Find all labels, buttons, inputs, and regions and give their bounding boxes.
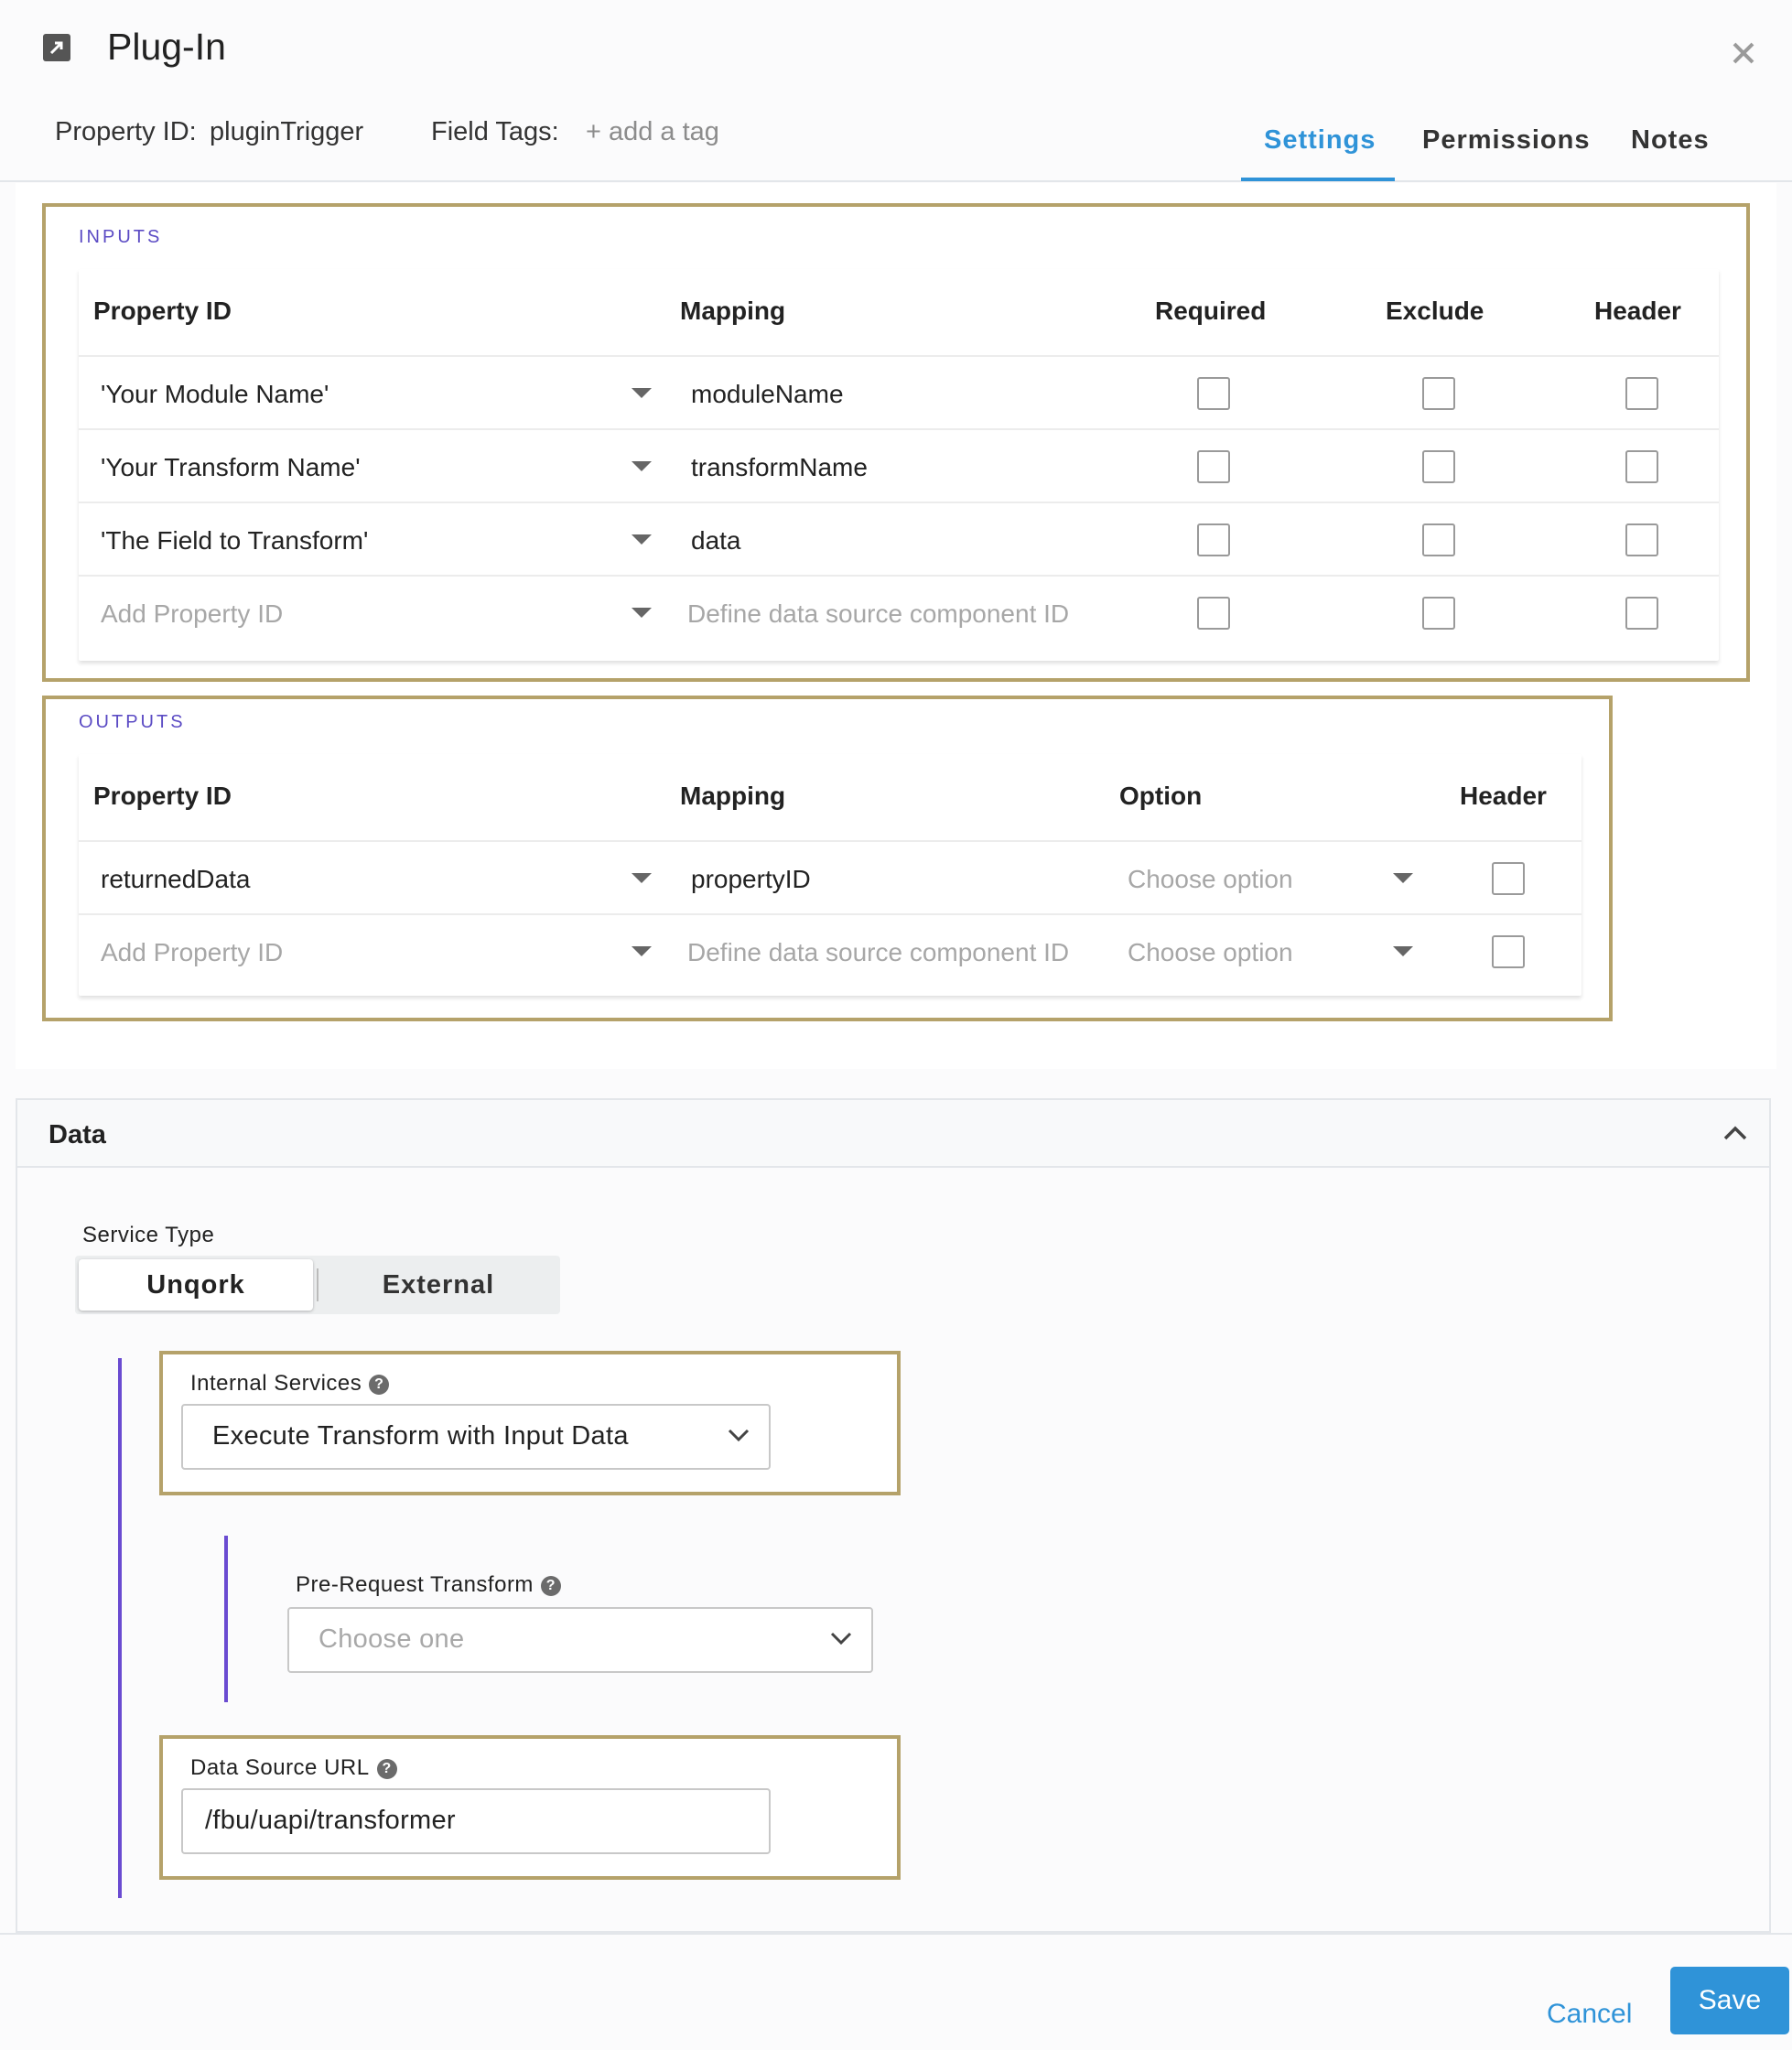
help-icon[interactable]: ? bbox=[376, 1759, 397, 1779]
internal-services-label: Internal Services? bbox=[190, 1371, 390, 1397]
row-divider bbox=[79, 502, 1719, 503]
outputs-caption: OUTPUTS bbox=[79, 712, 186, 732]
outputs-grid: Property ID Mapping Option Header return… bbox=[79, 754, 1581, 996]
indent-bar bbox=[118, 1358, 122, 1898]
data-source-url-label: Data Source URL? bbox=[190, 1755, 397, 1781]
tab-notes[interactable]: Notes bbox=[1631, 125, 1710, 156]
internal-services-select[interactable]: Execute Transform with Input Data bbox=[181, 1404, 771, 1470]
chevron-down-icon bbox=[727, 1426, 750, 1444]
output-property-id[interactable]: returnedData bbox=[101, 865, 250, 894]
header-checkbox[interactable] bbox=[1625, 377, 1658, 410]
property-id-value: pluginTrigger bbox=[210, 117, 364, 146]
mapping-input[interactable]: Define data source component ID bbox=[687, 599, 1069, 629]
header-checkbox[interactable] bbox=[1625, 597, 1658, 630]
help-icon[interactable]: ? bbox=[369, 1375, 390, 1395]
plugin-settings-dialog: Plug-In Property ID: pluginTrigger Field… bbox=[0, 0, 1792, 2050]
column-header: Exclude bbox=[1386, 297, 1484, 325]
chevron-down-icon bbox=[829, 1629, 853, 1647]
dialog-title: Plug-In bbox=[107, 26, 226, 68]
required-checkbox[interactable] bbox=[1197, 450, 1230, 483]
required-checkbox[interactable] bbox=[1197, 597, 1230, 630]
caret-down-icon[interactable] bbox=[632, 388, 652, 398]
column-header: Header bbox=[1460, 782, 1547, 810]
caret-down-icon[interactable] bbox=[632, 946, 652, 956]
data-source-url-section: Data Source URL? /fbu/uapi/transformer bbox=[159, 1735, 901, 1880]
active-tab-indicator bbox=[1241, 178, 1395, 181]
column-header: Header bbox=[1594, 297, 1681, 325]
row-divider bbox=[79, 840, 1581, 842]
add-property-id-input[interactable]: Add Property ID bbox=[101, 938, 283, 967]
column-header: Property ID bbox=[93, 782, 232, 810]
chevron-up-icon[interactable] bbox=[1720, 1120, 1751, 1148]
option-select[interactable]: Choose option bbox=[1128, 938, 1293, 967]
required-checkbox[interactable] bbox=[1197, 523, 1230, 556]
column-header: Property ID bbox=[93, 297, 232, 325]
save-button[interactable]: Save bbox=[1670, 1967, 1789, 2034]
column-header: Required bbox=[1155, 297, 1267, 325]
caret-down-icon[interactable] bbox=[632, 873, 652, 883]
cancel-button[interactable]: Cancel bbox=[1547, 1999, 1632, 2030]
tab-settings[interactable]: Settings bbox=[1264, 125, 1376, 156]
toggle-divider bbox=[317, 1268, 318, 1301]
output-mapping[interactable]: propertyID bbox=[691, 865, 811, 894]
data-source-url-input[interactable]: /fbu/uapi/transformer bbox=[181, 1788, 771, 1854]
add-tag-input[interactable]: + add a tag bbox=[586, 117, 719, 147]
header-checkbox[interactable] bbox=[1492, 862, 1525, 895]
option-select[interactable]: Choose option bbox=[1128, 865, 1293, 894]
header-checkbox[interactable] bbox=[1492, 935, 1525, 968]
service-type-external-button[interactable]: External bbox=[320, 1259, 556, 1311]
exclude-checkbox[interactable] bbox=[1422, 597, 1455, 630]
expand-icon bbox=[43, 34, 70, 61]
input-property-id[interactable]: 'Your Transform Name' bbox=[101, 453, 361, 482]
data-panel-header[interactable]: Data bbox=[17, 1100, 1769, 1168]
caret-down-icon[interactable] bbox=[632, 461, 652, 471]
column-header: Option bbox=[1119, 782, 1203, 810]
internal-services-section: Internal Services? Execute Transform wit… bbox=[159, 1351, 901, 1495]
inputs-section: INPUTS Property ID Mapping Required Excl… bbox=[42, 203, 1750, 682]
exclude-checkbox[interactable] bbox=[1422, 377, 1455, 410]
inputs-caption: INPUTS bbox=[79, 227, 163, 247]
row-divider bbox=[79, 913, 1581, 915]
input-mapping[interactable]: transformName bbox=[691, 453, 868, 482]
outputs-section: OUTPUTS Property ID Mapping Option Heade… bbox=[42, 696, 1613, 1021]
row-divider bbox=[79, 428, 1719, 430]
service-type-unqork-button[interactable]: Unqork bbox=[79, 1259, 313, 1311]
required-checkbox[interactable] bbox=[1197, 377, 1230, 410]
caret-down-icon[interactable] bbox=[1393, 946, 1413, 956]
pre-request-transform-label: Pre-Request Transform? bbox=[296, 1572, 561, 1598]
header-checkbox[interactable] bbox=[1625, 450, 1658, 483]
caret-down-icon[interactable] bbox=[1393, 873, 1413, 883]
close-icon[interactable] bbox=[1725, 35, 1762, 71]
data-panel-title: Data bbox=[49, 1120, 106, 1149]
indent-bar bbox=[224, 1536, 228, 1702]
inputs-grid: Property ID Mapping Required Exclude Hea… bbox=[79, 269, 1719, 661]
caret-down-icon[interactable] bbox=[632, 534, 652, 545]
caret-down-icon[interactable] bbox=[632, 608, 652, 618]
service-type-toggle: Unqork External bbox=[75, 1256, 560, 1314]
service-type-label: Service Type bbox=[82, 1223, 215, 1247]
data-source-url-value: /fbu/uapi/transformer bbox=[205, 1806, 456, 1835]
input-property-id[interactable]: 'Your Module Name' bbox=[101, 380, 329, 409]
exclude-checkbox[interactable] bbox=[1422, 450, 1455, 483]
column-header: Mapping bbox=[680, 297, 786, 325]
mapping-input[interactable]: Define data source component ID bbox=[687, 938, 1069, 967]
input-property-id[interactable]: 'The Field to Transform' bbox=[101, 526, 368, 556]
pre-request-transform-placeholder: Choose one bbox=[318, 1624, 465, 1654]
field-tags-label: Field Tags: bbox=[431, 117, 559, 146]
row-divider bbox=[79, 355, 1719, 357]
header-checkbox[interactable] bbox=[1625, 523, 1658, 556]
add-property-id-input[interactable]: Add Property ID bbox=[101, 599, 283, 629]
dialog-footer: Cancel Save bbox=[0, 1933, 1792, 2050]
internal-services-value: Execute Transform with Input Data bbox=[212, 1421, 629, 1451]
input-mapping[interactable]: moduleName bbox=[691, 380, 844, 409]
row-divider bbox=[79, 575, 1719, 577]
help-icon[interactable]: ? bbox=[540, 1576, 561, 1596]
pre-request-transform-select[interactable]: Choose one bbox=[287, 1607, 873, 1673]
dialog-header: Plug-In Property ID: pluginTrigger Field… bbox=[0, 0, 1792, 182]
input-mapping[interactable]: data bbox=[691, 526, 741, 556]
tab-permissions[interactable]: Permissions bbox=[1422, 125, 1590, 156]
column-header: Mapping bbox=[680, 782, 786, 810]
exclude-checkbox[interactable] bbox=[1422, 523, 1455, 556]
property-id-label: Property ID: bbox=[55, 117, 197, 146]
